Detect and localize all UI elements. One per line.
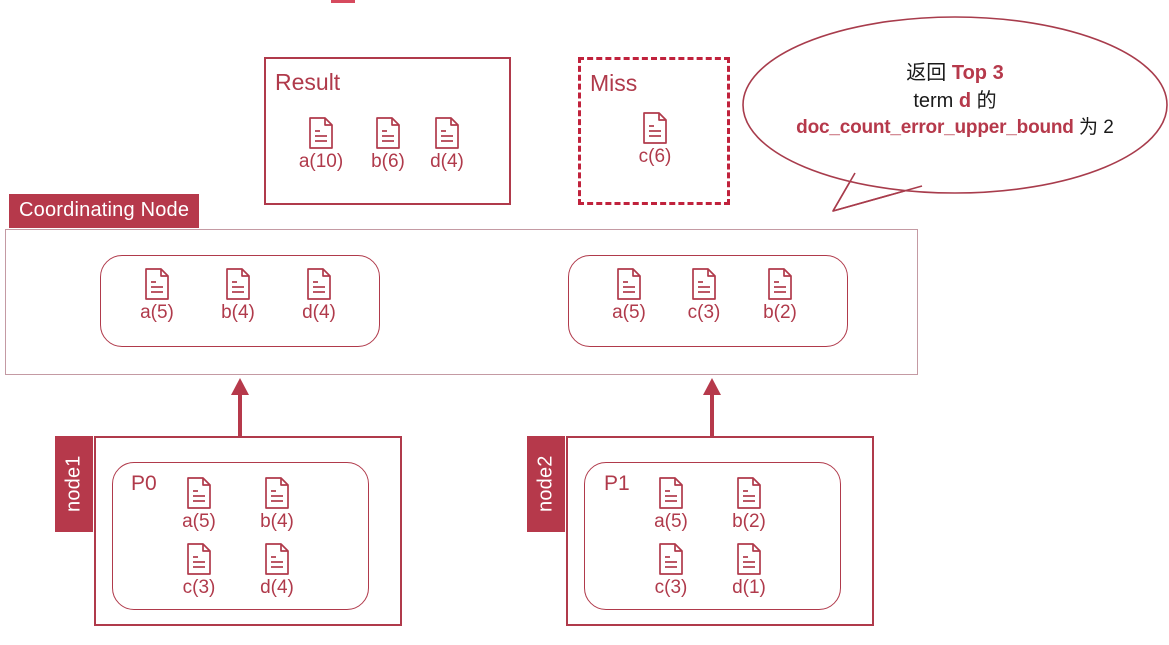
- doc-label: a(5): [140, 302, 174, 323]
- doc-label: c(3): [654, 577, 688, 598]
- result-box: Result a(10) b(6) d(4): [264, 57, 511, 205]
- node2-doc-1: b(2): [714, 477, 784, 533]
- callout-line-2: term d 的: [780, 88, 1130, 116]
- document-icon: [737, 477, 761, 509]
- document-icon: [265, 543, 289, 575]
- miss-box: Miss c(6): [578, 57, 730, 205]
- callout-line1-prefix: 返回: [906, 62, 952, 84]
- node2-doc-2: c(3): [636, 543, 706, 599]
- document-icon: [226, 268, 250, 300]
- doc-label: b(4): [260, 511, 294, 532]
- node2-doc-0: a(5): [636, 477, 706, 533]
- result-doc-2: d(4): [412, 117, 482, 173]
- coord-g0-doc-2: d(4): [284, 268, 354, 324]
- node2-shard-label: P1: [604, 472, 630, 495]
- node1-tag: node1: [55, 436, 93, 532]
- arrow-up-icon-node2: [703, 378, 721, 440]
- top-edge-artifact: [331, 0, 355, 3]
- document-icon: [659, 543, 683, 575]
- miss-doc-0: c(6): [620, 112, 690, 168]
- callout-line3-suffix: 为 2: [1073, 117, 1114, 139]
- coord-g1-doc-1: c(3): [669, 268, 739, 324]
- callout-line-1: 返回 Top 3: [780, 60, 1130, 88]
- document-icon: [617, 268, 641, 300]
- document-icon: [376, 117, 400, 149]
- document-icon: [737, 543, 761, 575]
- document-icon: [435, 117, 459, 149]
- callout-line1-highlight: Top 3: [951, 62, 1004, 84]
- doc-label: c(6): [638, 146, 672, 167]
- coord-g0-doc-0: a(5): [122, 268, 192, 324]
- document-icon: [187, 543, 211, 575]
- callout-text: 返回 Top 3 term d 的 doc_count_error_upper_…: [780, 60, 1130, 141]
- document-icon: [309, 117, 333, 149]
- callout-line2-highlight: d: [958, 89, 972, 112]
- doc-label: b(4): [221, 302, 255, 323]
- callout-line-3: doc_count_error_upper_bound 为 2: [780, 115, 1130, 141]
- doc-label: a(5): [612, 302, 646, 323]
- callout-line3-highlight: doc_count_error_upper_bound: [796, 117, 1074, 139]
- document-icon: [145, 268, 169, 300]
- document-icon: [692, 268, 716, 300]
- doc-label: d(1): [732, 577, 766, 598]
- coord-g0-doc-1: b(4): [203, 268, 273, 324]
- node1-doc-0: a(5): [164, 477, 234, 533]
- doc-label: d(4): [260, 577, 294, 598]
- document-icon: [659, 477, 683, 509]
- result-box-title: Result: [275, 69, 341, 95]
- node1-doc-3: d(4): [242, 543, 312, 599]
- doc-label: a(10): [298, 151, 344, 172]
- node2-tag: node2: [527, 436, 565, 532]
- document-icon: [307, 268, 331, 300]
- document-icon: [643, 112, 667, 144]
- doc-label: d(4): [430, 151, 464, 172]
- document-icon: [187, 477, 211, 509]
- doc-label: b(2): [732, 511, 766, 532]
- coord-g1-doc-0: a(5): [594, 268, 664, 324]
- doc-label: c(3): [687, 302, 721, 323]
- callout-line2-suffix: 的: [971, 89, 997, 112]
- node1-shard-label: P0: [131, 472, 157, 495]
- diagram-canvas: Result a(10) b(6) d(4) Miss c(6) 返回 Top …: [0, 0, 1169, 645]
- doc-label: c(3): [182, 577, 216, 598]
- doc-label: a(5): [182, 511, 216, 532]
- node1-doc-1: b(4): [242, 477, 312, 533]
- document-icon: [768, 268, 792, 300]
- callout-line2-prefix: term: [913, 89, 959, 112]
- result-doc-0: a(10): [286, 117, 356, 173]
- doc-label: b(2): [763, 302, 797, 323]
- callout-bubble: 返回 Top 3 term d 的 doc_count_error_upper_…: [740, 8, 1169, 223]
- node2-doc-3: d(1): [714, 543, 784, 599]
- coordinating-node-tag: Coordinating Node: [9, 194, 200, 228]
- arrow-up-icon-node1: [231, 378, 249, 440]
- node1-doc-2: c(3): [164, 543, 234, 599]
- doc-label: a(5): [654, 511, 688, 532]
- miss-box-title: Miss: [590, 70, 638, 96]
- document-icon: [265, 477, 289, 509]
- doc-label: d(4): [302, 302, 336, 323]
- coord-g1-doc-2: b(2): [745, 268, 815, 324]
